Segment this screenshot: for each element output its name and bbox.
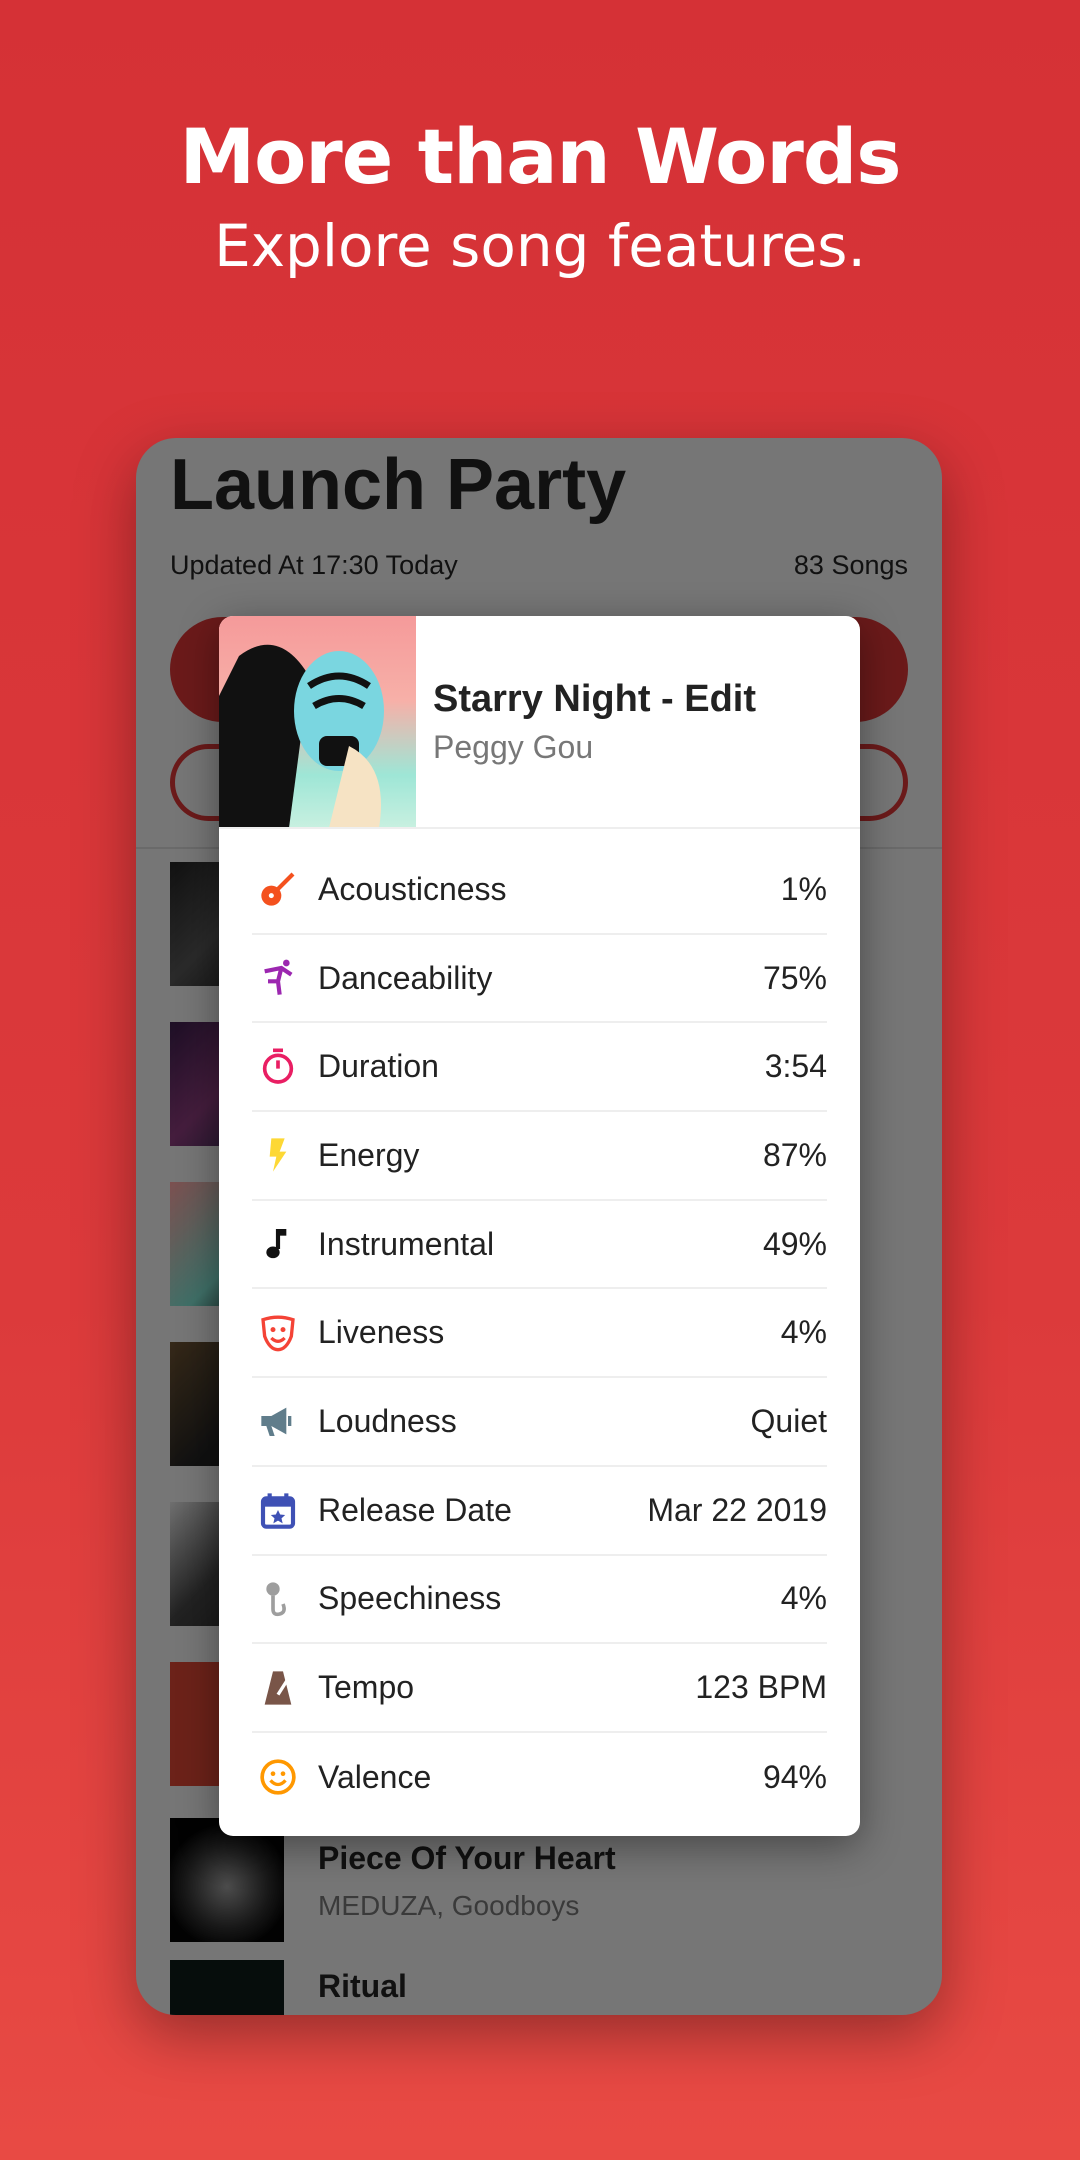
promo-headline: More than Words — [179, 112, 901, 201]
feature-label: Energy — [318, 1136, 420, 1173]
feature-value: 4% — [780, 1580, 827, 1617]
feature-value: 3:54 — [764, 1048, 827, 1085]
album-art — [170, 1818, 284, 1942]
album-art — [219, 616, 416, 828]
feature-value: 4% — [780, 1314, 827, 1351]
feature-value: Mar 22 2019 — [647, 1491, 827, 1528]
list-item[interactable] — [170, 1818, 284, 1942]
feature-value: 75% — [762, 959, 827, 996]
feature-label: Loudness — [318, 1402, 457, 1439]
album-art — [170, 1960, 284, 2015]
song-title: Starry Night - Edit — [433, 678, 757, 720]
feature-label: Speechiness — [318, 1580, 502, 1617]
feature-label: Danceability — [318, 959, 493, 996]
dancer-icon — [256, 956, 300, 1000]
metronome-icon — [256, 1666, 300, 1710]
song-artist: MEDUZA, Goodboys — [318, 1890, 580, 1921]
feature-value: 94% — [762, 1758, 827, 1795]
feature-label: Liveness — [318, 1314, 445, 1351]
feature-row-energy: Energy 87% — [252, 1112, 827, 1201]
feature-row-duration: Duration 3:54 — [252, 1023, 827, 1113]
list-item[interactable] — [170, 1960, 284, 2015]
feature-label: Acousticness — [318, 870, 507, 907]
theater-mask-icon — [256, 1311, 300, 1355]
feature-value: 1% — [780, 870, 827, 907]
feature-label: Instrumental — [318, 1225, 495, 1262]
feature-label: Valence — [318, 1758, 432, 1795]
feature-value: 87% — [762, 1136, 827, 1173]
microphone-icon — [256, 1577, 300, 1621]
feature-label: Release Date — [318, 1491, 512, 1528]
playlist-updated: Updated At 17:30 Today — [170, 550, 458, 580]
playlist-song-count: 83 Songs — [793, 550, 908, 580]
song-features-dialog: Starry Night - Edit Peggy Gou Acousticne… — [219, 616, 860, 1836]
feature-row-liveness: Liveness 4% — [252, 1289, 827, 1379]
divider — [219, 827, 860, 829]
feature-value: 123 BPM — [695, 1669, 827, 1706]
lightning-icon — [256, 1133, 300, 1177]
song-title: Ritual — [318, 1968, 407, 2004]
promo-subheadline: Explore song features. — [214, 212, 866, 280]
timer-icon — [256, 1045, 300, 1089]
megaphone-icon — [256, 1399, 300, 1443]
feature-label: Tempo — [318, 1669, 415, 1706]
feature-row-valence: Valence 94% — [252, 1733, 827, 1822]
feature-row-tempo: Tempo 123 BPM — [252, 1644, 827, 1733]
smiley-icon — [256, 1755, 300, 1799]
feature-row-speechiness: Speechiness 4% — [252, 1556, 827, 1645]
feature-value: Quiet — [750, 1402, 827, 1439]
feature-row-acousticness: Acousticness 1% — [252, 846, 827, 935]
song-title: Piece Of Your Heart — [318, 1840, 616, 1876]
feature-row-instrumental: Instrumental 49% — [252, 1201, 827, 1290]
calendar-star-icon — [256, 1488, 300, 1532]
feature-row-loudness: Loudness Quiet — [252, 1378, 827, 1467]
song-artist: Peggy Gou — [433, 729, 594, 765]
feature-row-danceability: Danceability 75% — [252, 935, 827, 1024]
playlist-title: Launch Party — [170, 445, 627, 525]
feature-label: Duration — [318, 1048, 439, 1085]
feature-row-release-date: Release Date Mar 22 2019 — [252, 1467, 827, 1556]
feature-value: 49% — [762, 1225, 827, 1262]
music-note-icon — [256, 1222, 300, 1266]
guitar-icon — [256, 867, 300, 911]
